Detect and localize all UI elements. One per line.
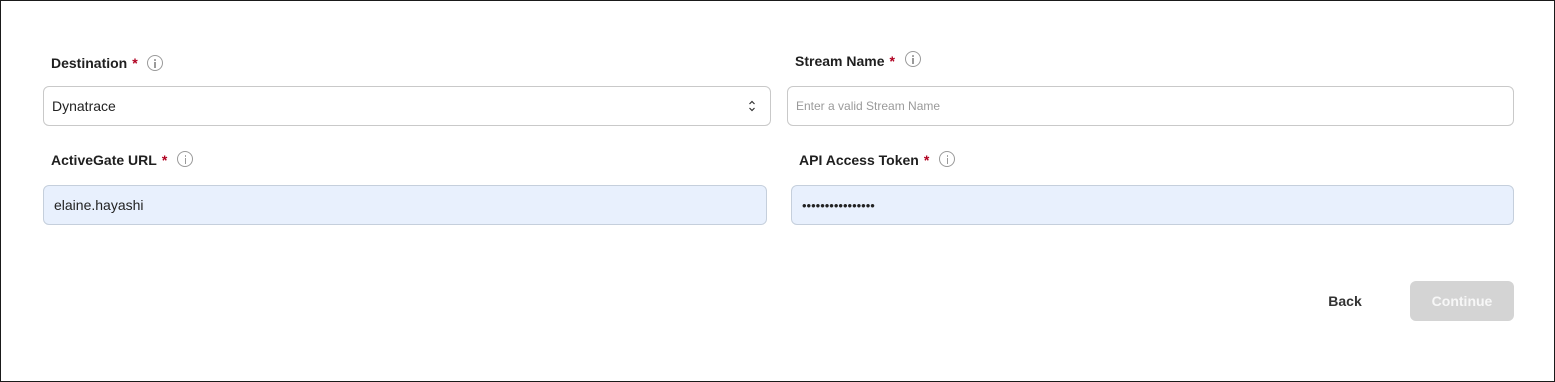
api-access-token-input[interactable]: ••••••••••••••••	[791, 185, 1514, 225]
required-asterisk: *	[161, 152, 168, 168]
form-panel: Destination * Dynatrace Stream Name * En…	[0, 0, 1555, 382]
api-access-token-masked-value: ••••••••••••••••	[802, 197, 875, 213]
activegate-url-input[interactable]: elaine.hayashi	[43, 185, 767, 225]
chevron-up-down-icon	[749, 100, 755, 112]
api-access-token-label: API Access Token *	[799, 151, 956, 168]
api-access-token-label-text: API Access Token	[799, 152, 919, 168]
required-asterisk: *	[889, 53, 895, 69]
info-icon[interactable]	[146, 55, 163, 71]
info-icon[interactable]	[177, 151, 194, 167]
stream-name-label: Stream Name *	[795, 51, 921, 69]
stream-name-input[interactable]: Enter a valid Stream Name	[787, 86, 1514, 126]
destination-label: Destination *	[51, 55, 163, 71]
activegate-url-value: elaine.hayashi	[54, 197, 144, 213]
destination-select[interactable]: Dynatrace	[43, 86, 771, 126]
info-icon[interactable]	[939, 151, 956, 167]
info-icon[interactable]	[904, 51, 921, 67]
stream-name-label-text: Stream Name	[795, 53, 885, 69]
stream-name-placeholder: Enter a valid Stream Name	[796, 99, 941, 113]
destination-select-value: Dynatrace	[52, 98, 116, 114]
required-asterisk: *	[923, 152, 930, 168]
required-asterisk: *	[132, 55, 138, 71]
activegate-url-label-text: ActiveGate URL	[51, 152, 157, 168]
activegate-url-label: ActiveGate URL *	[51, 151, 194, 168]
continue-button[interactable]: Continue	[1410, 281, 1514, 321]
back-button[interactable]: Back	[1307, 281, 1383, 321]
destination-label-text: Destination	[51, 55, 128, 71]
